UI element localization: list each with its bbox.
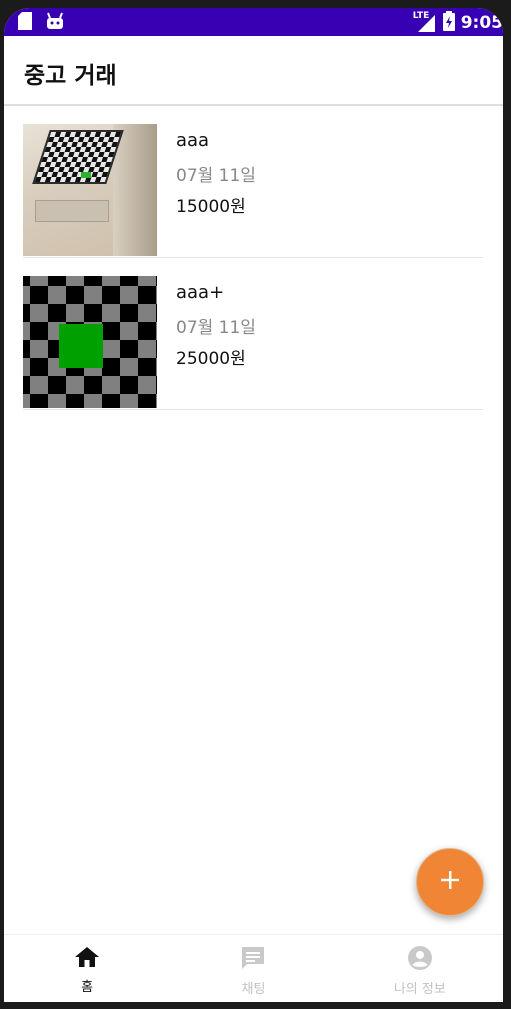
nav-item-chat[interactable]: 채팅 <box>170 935 336 1002</box>
item-price: 25000원 <box>176 349 246 369</box>
thumbnail-ceiling-pattern <box>32 130 124 184</box>
thumbnail-green-marker <box>81 172 91 178</box>
chat-icon <box>240 945 266 975</box>
item-list: aaa 07월 11일 15000원 aaa+ 07월 11일 25000원 <box>4 106 503 410</box>
status-system-icons: LTE 9:05 <box>413 11 503 35</box>
phone-screen: LTE 9:05 중고 거래 aaa 07월 11일 15000원 aaa+ 0… <box>4 8 503 1002</box>
page-title: 중고 거래 <box>24 63 117 89</box>
thumbnail-window <box>35 200 109 222</box>
item-price: 15000원 <box>176 197 246 217</box>
bottom-navigation: 홈 채팅 나의 정보 <box>4 934 503 1002</box>
list-item[interactable]: aaa 07월 11일 15000원 <box>23 106 483 258</box>
status-bar: LTE 9:05 <box>4 8 503 36</box>
android-icon <box>46 12 64 34</box>
item-thumbnail <box>23 124 157 256</box>
app-bar: 중고 거래 <box>4 36 503 106</box>
item-title: aaa <box>176 130 210 151</box>
sd-card-icon <box>18 12 32 34</box>
nav-label-chat: 채팅 <box>241 982 266 997</box>
account-circle-icon <box>407 945 433 975</box>
nav-item-home[interactable]: 홈 <box>4 935 170 1002</box>
status-time: 9:05 <box>460 13 503 33</box>
list-item[interactable]: aaa+ 07월 11일 25000원 <box>23 258 483 410</box>
thumbnail-wall <box>113 124 157 256</box>
lte-signal-icon: LTE <box>413 11 437 33</box>
nav-label-home: 홈 <box>81 980 94 995</box>
nav-label-my-info: 나의 정보 <box>393 982 446 997</box>
thumbnail-green-square <box>59 324 103 368</box>
item-title: aaa+ <box>176 282 225 303</box>
item-date: 07월 11일 <box>176 166 256 186</box>
battery-charging-icon <box>442 11 455 35</box>
status-notification-icons <box>18 12 64 34</box>
plus-icon <box>439 869 461 895</box>
add-item-button[interactable] <box>416 848 484 916</box>
item-date: 07월 11일 <box>176 318 256 338</box>
home-icon <box>74 945 100 973</box>
nav-item-my-info[interactable]: 나의 정보 <box>337 935 503 1002</box>
item-thumbnail <box>23 276 157 408</box>
